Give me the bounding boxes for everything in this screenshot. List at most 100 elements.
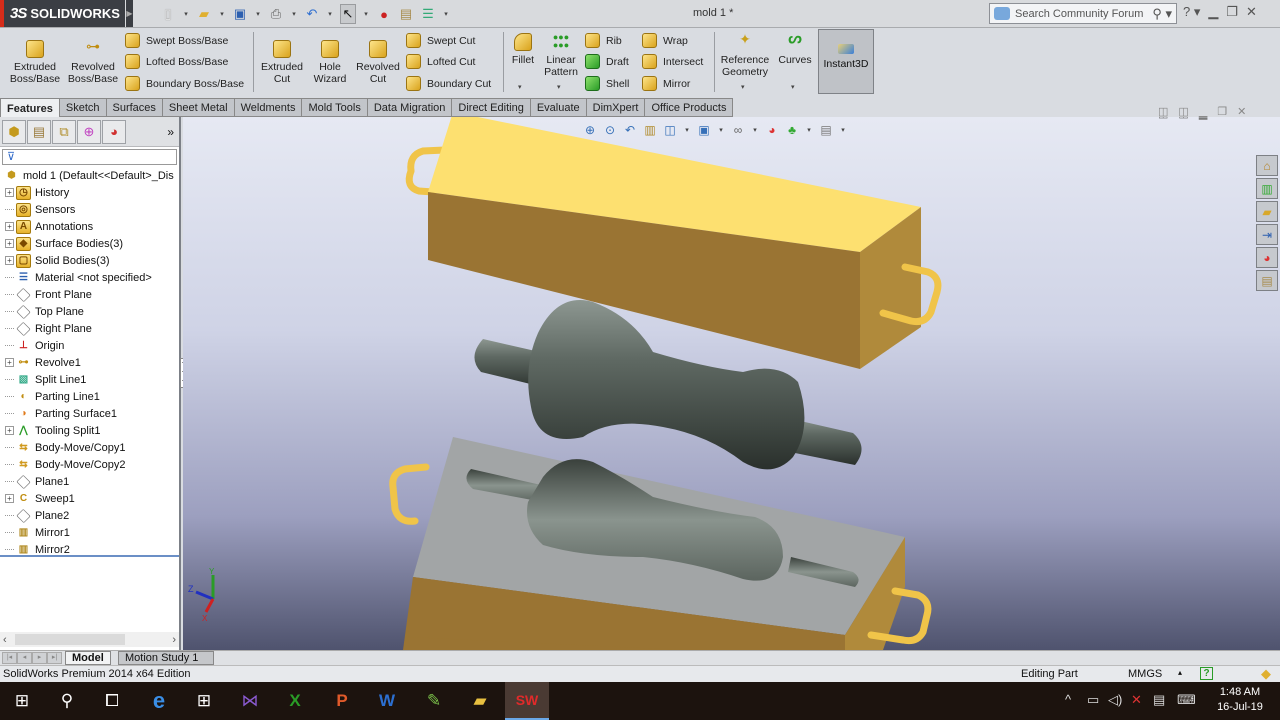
feature-manager-tab-icon[interactable]: ⬢ (2, 119, 26, 144)
restore-icon[interactable]: ❐ (1226, 4, 1238, 20)
expand-icon[interactable]: + (5, 256, 14, 265)
tree-item-plane2[interactable]: Plane2 (0, 507, 179, 524)
units-selector[interactable]: MMGS (1128, 668, 1162, 680)
tree-item-plane1[interactable]: Plane1 (0, 473, 179, 490)
options-icon[interactable]: ☰ (420, 6, 436, 22)
revolved-cut-button[interactable]: Revolved Cut (354, 40, 402, 85)
next-tab-icon[interactable]: ▸ (32, 652, 47, 664)
boundary-boss-button[interactable]: Boundary Boss/Base (125, 76, 244, 91)
tree-item-sensors[interactable]: ◎ Sensors (0, 201, 179, 218)
start-windows-icon[interactable]: ⊞ (0, 682, 44, 720)
expand-icon[interactable]: + (5, 426, 14, 435)
expand-icon[interactable]: + (5, 188, 14, 197)
tab-data-migration[interactable]: Data Migration (366, 98, 453, 117)
file-explorer-icon[interactable]: ▰ (1256, 201, 1278, 222)
tree-item-front-plane[interactable]: Front Plane (0, 286, 179, 303)
doc-restore-icon[interactable]: ❐ (1217, 105, 1227, 118)
task-view-icon[interactable]: ⧠ (90, 682, 134, 720)
print-dropdown[interactable]: ▾ (290, 10, 298, 18)
editor-app-icon[interactable]: ✎ (412, 682, 456, 720)
swept-cut-button[interactable]: Swept Cut (406, 33, 475, 48)
tree-item-material-not-specified[interactable]: ☰ Material <not specified> (0, 269, 179, 286)
tree-item-surface-bodies-3[interactable]: + ◆ Surface Bodies(3) (0, 235, 179, 252)
extruded-cut-button[interactable]: Extruded Cut (258, 40, 306, 85)
tree-item-solid-bodies-3[interactable]: + ▢ Solid Bodies(3) (0, 252, 179, 269)
curves-button[interactable]: ᔕ Curves (776, 31, 814, 66)
tree-item-revolve1[interactable]: + ⊶ Revolve1 (0, 354, 179, 371)
open-dropdown[interactable]: ▾ (218, 10, 226, 18)
property-manager-tab-icon[interactable]: ▤ (27, 119, 51, 144)
help-icon[interactable]: ? ▾ (1183, 4, 1200, 20)
tab-dimxpert[interactable]: DimXpert (585, 98, 646, 117)
apply-scene-dropdown[interactable]: ▾ (805, 126, 813, 134)
design-library-icon[interactable]: ▥ (1256, 178, 1278, 199)
edge-browser-icon[interactable]: e (137, 682, 181, 720)
edit-appearance-icon[interactable]: ◕ (765, 123, 779, 137)
graphics-area[interactable]: ⊕ ⊙ ↶ ▥ ◫▾ ▣▾ ∞▾ ◕ ♣▾ ▤▾ ◫ ◫ ▁ ❐ ✕ Y Z X (183, 117, 1280, 650)
solidworks-logo[interactable]: 3S SOLIDWORKS (0, 0, 125, 27)
display-manager-tab-icon[interactable]: ◕ (102, 119, 126, 144)
display-style-dropdown[interactable]: ▾ (717, 126, 725, 134)
powerpoint-icon[interactable]: P (320, 682, 364, 720)
tree-item-split-line1[interactable]: ▧ Split Line1 (0, 371, 179, 388)
close-icon[interactable]: ✕ (1246, 4, 1257, 20)
tree-item-mirror1[interactable]: ▥ Mirror1 (0, 524, 179, 541)
expand-icon[interactable]: + (5, 494, 14, 503)
view-settings-dropdown[interactable]: ▾ (839, 126, 847, 134)
action-center-icon[interactable]: ▤ (1153, 692, 1165, 708)
minimize-icon[interactable]: ▁ (1208, 4, 1218, 20)
prev-tab-icon[interactable]: ◂ (17, 652, 32, 664)
tab-mold-tools[interactable]: Mold Tools (301, 98, 368, 117)
tree-item-parting-surface1[interactable]: ◑ Parting Surface1 (0, 405, 179, 422)
tab-office-products[interactable]: Office Products (644, 98, 734, 117)
rebuild-traffic-light-icon[interactable]: ● (376, 6, 392, 22)
view-palette-icon[interactable]: ⇥ (1256, 224, 1278, 245)
section-view-icon[interactable]: ▥ (643, 123, 657, 137)
instant3d-button[interactable]: Instant3D (818, 29, 874, 94)
fillet-button[interactable]: Fillet (508, 33, 538, 66)
zoom-to-area-icon[interactable]: ⊙ (603, 123, 617, 137)
wrap-button[interactable]: Wrap (642, 33, 688, 48)
fillet-dropdown[interactable]: ▾ (518, 83, 522, 91)
mirror-button[interactable]: Mirror (642, 76, 690, 91)
curves-dropdown[interactable]: ▾ (791, 83, 795, 91)
swept-boss-button[interactable]: Swept Boss/Base (125, 33, 228, 48)
tree-item-body-move-copy2[interactable]: ⇆ Body-Move/Copy2 (0, 456, 179, 473)
volume-icon[interactable]: ◁) (1108, 692, 1122, 708)
tab-sketch[interactable]: Sketch (58, 98, 107, 117)
custom-properties-icon[interactable]: ▤ (1256, 270, 1278, 291)
expand-icon[interactable]: + (5, 222, 14, 231)
lofted-boss-button[interactable]: Lofted Boss/Base (125, 54, 228, 69)
hide-show-items-icon[interactable]: ∞ (731, 123, 745, 137)
previous-view-icon[interactable]: ↶ (623, 123, 637, 137)
tree-item-sweep1[interactable]: + C Sweep1 (0, 490, 179, 507)
tree-item-annotations[interactable]: + A Annotations (0, 218, 179, 235)
tree-item-tooling-split1[interactable]: + ⋀ Tooling Split1 (0, 422, 179, 439)
menu-expand-arrow[interactable]: ▶ (126, 0, 133, 27)
search-icon[interactable]: ⚲ (45, 682, 89, 720)
boundary-cut-button[interactable]: Boundary Cut (406, 76, 491, 91)
more-tabs-chevron-icon[interactable]: » (167, 125, 174, 139)
expand-icon[interactable]: + (5, 239, 14, 248)
shell-button[interactable]: Shell (585, 76, 629, 91)
display-style-icon[interactable]: ▣ (697, 123, 711, 137)
scroll-right-icon[interactable]: › (172, 634, 176, 646)
new-document-icon[interactable]: ▯ (160, 6, 176, 22)
view-orientation-dropdown[interactable]: ▾ (683, 126, 691, 134)
solidworks-resources-icon[interactable]: ⌂ (1256, 155, 1278, 176)
select-dropdown[interactable]: ▾ (362, 10, 370, 18)
tree-item-origin[interactable]: ⊥ Origin (0, 337, 179, 354)
zoom-to-fit-icon[interactable]: ⊕ (583, 123, 597, 137)
show-hidden-icons[interactable]: ^ (1065, 692, 1071, 707)
file-properties-icon[interactable]: ▤ (398, 6, 414, 22)
revolved-boss-button[interactable]: ⊶ Revolved Boss/Base (66, 39, 120, 85)
solidworks-taskbar-icon[interactable]: SW (505, 682, 549, 720)
search-community-forum[interactable]: Search Community Forum ⚲ ▾ (989, 3, 1177, 24)
tab-features[interactable]: Features (0, 98, 60, 119)
tab-motion-study-1[interactable]: Motion Study 1 (118, 651, 214, 665)
tab-direct-editing[interactable]: Direct Editing (451, 98, 531, 117)
tab-model[interactable]: Model (65, 651, 111, 665)
tab-weldments[interactable]: Weldments (233, 98, 303, 117)
draft-button[interactable]: Draft (585, 54, 629, 69)
hide-show-dropdown[interactable]: ▾ (751, 126, 759, 134)
